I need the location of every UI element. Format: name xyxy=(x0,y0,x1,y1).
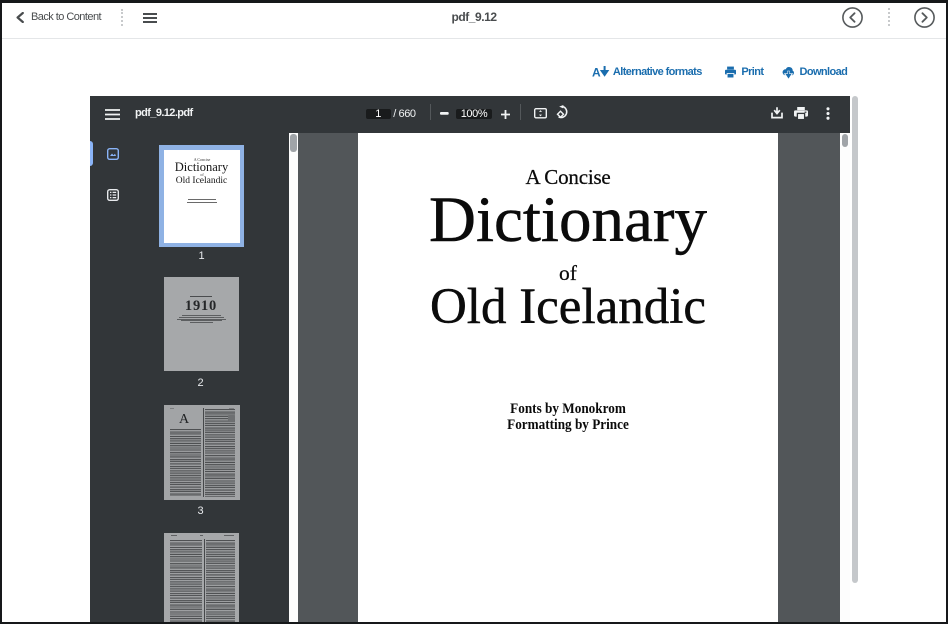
svg-text:A: A xyxy=(592,66,601,78)
